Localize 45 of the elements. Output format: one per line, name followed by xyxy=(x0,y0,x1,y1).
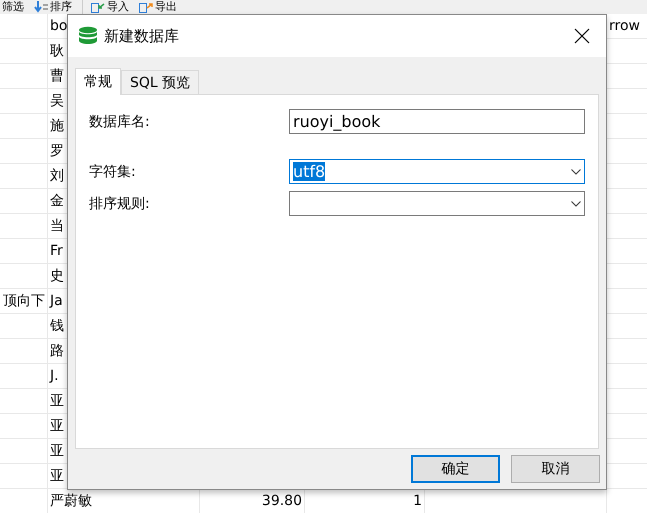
table-cell xyxy=(607,439,647,463)
toolbar-label[interactable]: 筛选 xyxy=(2,0,24,14)
ok-button[interactable]: 确定 xyxy=(411,455,500,483)
import-icon xyxy=(91,1,105,13)
table-cell xyxy=(607,264,647,288)
table-cell xyxy=(607,64,647,88)
table-cell xyxy=(607,414,647,438)
input-field[interactable]: ruoyi_book xyxy=(289,109,585,134)
dropdown-field[interactable]: utf8 xyxy=(289,159,585,184)
tab[interactable]: SQL 预览 xyxy=(121,70,200,94)
table-cell xyxy=(607,389,647,413)
field-label: 数据库名: xyxy=(89,112,150,130)
table-cell xyxy=(607,164,647,188)
column-header xyxy=(0,14,47,38)
table-cell: 1 xyxy=(305,489,424,513)
field-label: 排序规则: xyxy=(89,194,150,212)
table-cell xyxy=(607,314,647,338)
tab[interactable]: 常规 xyxy=(75,68,121,95)
table-cell xyxy=(607,114,647,138)
toolbar-label[interactable]: 排序 xyxy=(50,0,72,14)
table-cell xyxy=(607,464,647,488)
column-header: rrow xyxy=(607,14,647,38)
database-icon xyxy=(78,26,98,46)
table-cell xyxy=(607,364,647,388)
toolbar-label[interactable]: 导出 xyxy=(155,0,177,14)
table-cell xyxy=(607,489,647,513)
table-cell: 严蔚敏 xyxy=(48,489,199,513)
table-cell xyxy=(607,139,647,163)
field-label: 字符集: xyxy=(89,162,136,180)
chevron-down-icon xyxy=(571,168,581,174)
table-cell xyxy=(607,239,647,263)
cancel-button[interactable]: 取消 xyxy=(511,455,600,483)
table-cell: 顶向下 xyxy=(0,289,47,313)
toolbar-label[interactable]: 导入 xyxy=(107,0,129,14)
export-icon xyxy=(139,1,153,13)
table-cell xyxy=(607,339,647,363)
table-cell: 39.80 xyxy=(200,489,304,513)
sort-icon xyxy=(34,1,48,13)
table-cell xyxy=(607,189,647,213)
dropdown-field[interactable] xyxy=(289,191,585,216)
table-cell xyxy=(607,89,647,113)
table-cell xyxy=(607,289,647,313)
chevron-down-icon xyxy=(571,200,581,206)
close-icon[interactable] xyxy=(574,28,590,44)
table-cell xyxy=(607,214,647,238)
